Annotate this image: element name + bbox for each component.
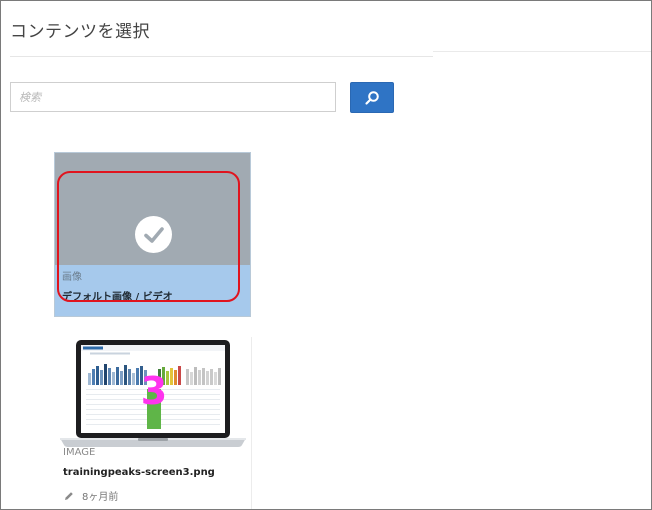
card-type: IMAGE: [63, 447, 96, 458]
card-name: デフォルト画像 / ビデオ: [62, 292, 173, 303]
divider: [10, 56, 433, 57]
search-input[interactable]: [10, 82, 336, 112]
search-button[interactable]: [350, 82, 394, 113]
content-card-image[interactable]: 3 IMAGE trainingpeaks-screen3.png 8ヶ月前: [54, 337, 252, 509]
pencil-icon: [65, 491, 73, 500]
card-type: 画像: [62, 272, 82, 283]
overlay-number: 3: [141, 369, 167, 413]
selected-check: [135, 216, 172, 253]
edited-time: 8ヶ月前: [82, 492, 119, 503]
card-name: trainingpeaks-screen3.png: [63, 467, 215, 478]
divider: [433, 51, 651, 52]
check-icon: [143, 226, 164, 243]
card-meta: 8ヶ月前: [64, 488, 118, 503]
page-title: コンテンツを選択: [10, 22, 150, 42]
content-card-default[interactable]: 画像 デフォルト画像 / ビデオ: [54, 152, 251, 317]
laptop-thumbnail: 3: [60, 340, 246, 447]
search-icon: [365, 90, 379, 105]
content-picker-dialog: コンテンツを選択 画像 デフォルト画像 / ビデオ: [0, 0, 652, 510]
